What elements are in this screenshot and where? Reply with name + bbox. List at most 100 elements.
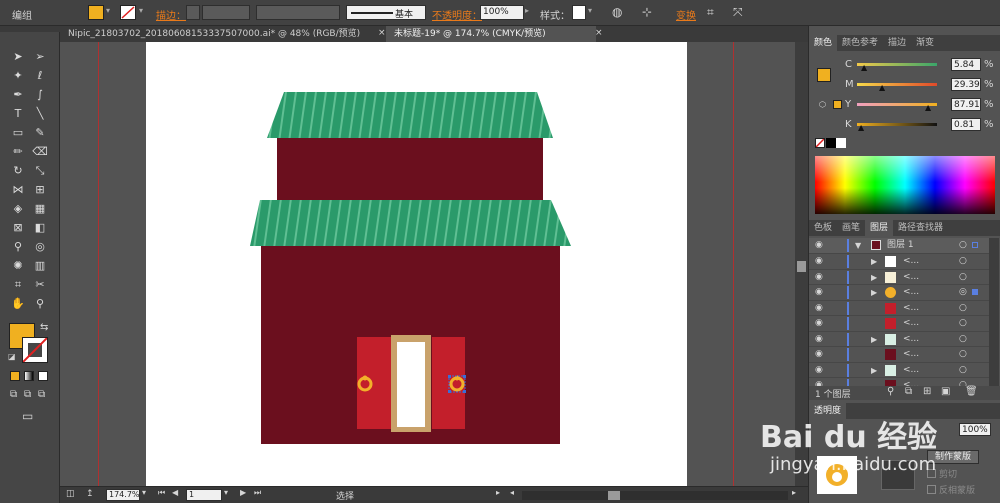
tab-gradient[interactable]: 渐变 bbox=[911, 35, 939, 51]
trash-icon[interactable]: 🗑 bbox=[965, 386, 978, 397]
layer-row-main[interactable]: ◉ ▼ 图层 1 ○ bbox=[809, 238, 989, 254]
tab-layers[interactable]: 图层 bbox=[865, 220, 894, 236]
new-sublayer-icon[interactable]: ⊞ bbox=[923, 386, 931, 397]
target-icon[interactable]: ○ bbox=[959, 316, 967, 331]
color-panel-stroke-swatch[interactable] bbox=[833, 100, 842, 109]
first-page-icon[interactable]: ⏮ bbox=[158, 488, 165, 498]
slider-yellow[interactable]: Y ▲ 87.91 % bbox=[845, 96, 995, 116]
sublayer-row[interactable]: ◉ ▶ <... ○ bbox=[809, 363, 989, 378]
expand-icon[interactable]: ▼ bbox=[855, 238, 861, 253]
color-spectrum[interactable] bbox=[815, 156, 995, 214]
graph-icon[interactable]: ▥ bbox=[30, 257, 50, 275]
scrollbar-thumb[interactable] bbox=[797, 261, 806, 272]
free-transform-icon[interactable]: ⊞ bbox=[30, 181, 50, 199]
lower-roof[interactable] bbox=[250, 200, 571, 246]
stroke-weight-field[interactable] bbox=[202, 5, 250, 20]
white-swatch[interactable] bbox=[836, 138, 846, 148]
tab-brushes[interactable]: 画笔 bbox=[837, 220, 865, 236]
expand-icon[interactable]: ▶ bbox=[871, 363, 877, 378]
curvature-icon[interactable]: ∫ bbox=[30, 86, 50, 104]
eye-icon[interactable]: ◉ bbox=[815, 363, 823, 378]
color-panel-fill-swatch[interactable] bbox=[817, 68, 831, 82]
hscroll-left-icon[interactable]: ◂ bbox=[510, 488, 514, 497]
make-clipping-mask-icon[interactable]: ⧉ bbox=[905, 386, 912, 397]
eye-icon[interactable]: ◉ bbox=[815, 254, 823, 269]
magic-wand-icon[interactable]: ✦ bbox=[8, 67, 28, 85]
last-page-icon[interactable]: ⏭ bbox=[254, 488, 261, 498]
fill-dropdown-icon[interactable]: ▾ bbox=[106, 6, 110, 15]
eye-icon[interactable]: ◉ bbox=[815, 316, 823, 331]
gradient-icon[interactable]: ◧ bbox=[30, 219, 50, 237]
tab-pathfinder[interactable]: 路径查找器 bbox=[893, 220, 948, 236]
draw-mode-icon[interactable]: ⧉ bbox=[10, 389, 17, 400]
sublayer-row[interactable]: ◉ <... ○ bbox=[809, 347, 989, 363]
width-icon[interactable]: ⋈ bbox=[8, 181, 28, 199]
artboard[interactable] bbox=[146, 42, 687, 486]
slice-icon[interactable]: ✂ bbox=[30, 276, 50, 294]
target-icon[interactable]: ◎ bbox=[959, 285, 967, 300]
sublayer-row[interactable]: ◉ <... ○ bbox=[809, 316, 989, 332]
transform-link[interactable]: 变换 bbox=[676, 7, 696, 22]
target-icon[interactable]: ○ bbox=[959, 332, 967, 347]
type-icon[interactable]: T bbox=[8, 105, 28, 123]
close-icon[interactable]: × bbox=[595, 28, 603, 38]
target-icon[interactable]: ○ bbox=[959, 363, 967, 378]
layer-name[interactable]: 图层 1 bbox=[887, 238, 914, 253]
new-layer-icon[interactable]: ▣ bbox=[941, 386, 950, 397]
eye-icon[interactable]: ◉ bbox=[815, 285, 823, 300]
tab-nipic-document[interactable]: Nipic_21803702_20180608153337507000.ai* … bbox=[60, 26, 378, 42]
slider-cyan[interactable]: C ▲ 5.84 % bbox=[845, 56, 995, 76]
door-left[interactable] bbox=[357, 337, 395, 429]
swap-colors-icon[interactable]: ⇆ bbox=[40, 322, 48, 333]
tab-color[interactable]: 颜色 bbox=[809, 35, 838, 51]
eye-icon[interactable]: ◉ bbox=[815, 301, 823, 316]
line-icon[interactable]: ╲ bbox=[30, 105, 50, 123]
sublayer-row[interactable]: ◉ <... ○ bbox=[809, 301, 989, 316]
target-icon[interactable]: ○ bbox=[959, 254, 967, 269]
opacity-label[interactable]: 不透明度： bbox=[432, 7, 482, 22]
lasso-icon[interactable]: ℓ bbox=[30, 67, 50, 85]
tab-untitled-19[interactable]: 未标题-19* @ 174.7% (CMYK/预览) bbox=[386, 26, 596, 42]
graphic-style-swatch[interactable] bbox=[572, 5, 586, 20]
page-dropdown-icon[interactable]: ▾ bbox=[224, 488, 228, 497]
blend-icon[interactable]: ◎ bbox=[30, 238, 50, 256]
symbol-sprayer-icon[interactable]: ✺ bbox=[8, 257, 28, 275]
zoom-field[interactable]: 174.7% bbox=[106, 489, 140, 501]
scale-icon[interactable]: ⤡ bbox=[30, 162, 50, 180]
sublayer-row[interactable]: ◉ ▶ <... ○ bbox=[809, 332, 989, 347]
eyedropper-icon[interactable]: ⚲ bbox=[8, 238, 28, 256]
stroke-swatch[interactable] bbox=[120, 5, 136, 20]
tab-color-guide[interactable]: 颜色参考 bbox=[837, 35, 883, 51]
expand-icon[interactable]: ▶ bbox=[871, 285, 877, 300]
expand-icon[interactable]: ▶ bbox=[871, 270, 877, 285]
upper-wall[interactable] bbox=[277, 138, 543, 202]
target-icon[interactable]: ○ bbox=[959, 301, 967, 316]
opacity-dropdown-icon[interactable]: ▸ bbox=[525, 6, 529, 15]
sublayer-row[interactable]: ◉ ▶ <... ◎ bbox=[809, 285, 989, 301]
selection-tool-icon[interactable]: ➤ bbox=[8, 48, 28, 66]
screen-mode-icon[interactable]: ▭ bbox=[22, 409, 33, 423]
direct-selection-icon[interactable]: ➢ bbox=[30, 48, 50, 66]
style-dropdown-icon[interactable]: ▾ bbox=[588, 6, 592, 15]
color-mode-icon[interactable] bbox=[10, 371, 20, 381]
eye-icon[interactable]: ◉ bbox=[815, 238, 823, 253]
previous-page-icon[interactable]: ◀ bbox=[172, 488, 178, 497]
artboard-nav-icon[interactable]: ◫ bbox=[66, 489, 75, 499]
stroke-dropdown-icon[interactable]: ▾ bbox=[139, 6, 143, 15]
status-menu-icon[interactable]: ▸ bbox=[496, 488, 500, 497]
eye-icon[interactable]: ◉ bbox=[815, 332, 823, 347]
target-icon[interactable]: ○ bbox=[959, 347, 967, 362]
next-page-icon[interactable]: ▶ bbox=[240, 488, 246, 497]
artboard-icon[interactable]: ⌗ bbox=[8, 276, 28, 294]
toolbox-grip[interactable] bbox=[0, 26, 60, 32]
none-mode-icon[interactable] bbox=[38, 371, 48, 381]
zoom-dropdown-icon[interactable]: ▾ bbox=[142, 488, 146, 497]
export-icon[interactable]: ↥ bbox=[86, 489, 94, 499]
layers-scrollbar[interactable] bbox=[989, 238, 999, 398]
close-icon[interactable]: × bbox=[378, 28, 386, 38]
stroke-color-box[interactable] bbox=[22, 337, 48, 363]
out-of-gamut-icon[interactable]: ⬡ bbox=[819, 100, 826, 109]
slider-magenta[interactable]: M ▲ 29.39 % bbox=[845, 76, 995, 96]
target-icon[interactable]: ○ bbox=[959, 238, 967, 253]
recolor-icon[interactable]: ◍ bbox=[612, 5, 622, 19]
